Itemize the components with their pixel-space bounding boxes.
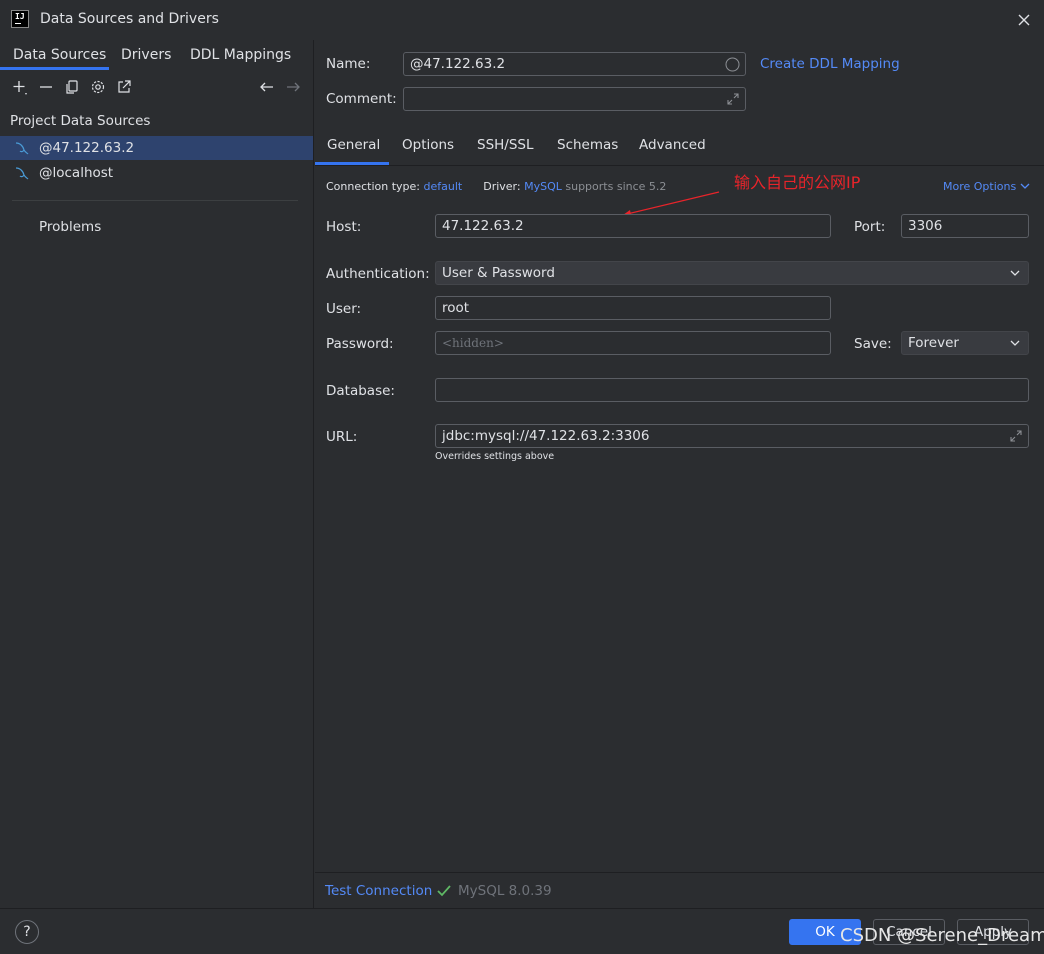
comment-input[interactable] [403,87,746,111]
remove-icon[interactable] [37,78,55,96]
expand-icon[interactable] [1009,429,1023,443]
tab-ddl-mappings[interactable]: DDL Mappings [190,47,291,63]
user-input[interactable]: root [435,296,831,320]
create-ddl-mapping-link[interactable]: Create DDL Mapping [760,56,900,72]
data-source-item[interactable]: @47.122.63.2 [0,136,313,160]
forward-arrow-icon[interactable] [284,78,302,96]
data-source-label: @47.122.63.2 [39,140,135,156]
copy-icon[interactable] [63,78,81,96]
tab-general[interactable]: General [327,137,380,153]
tab-options[interactable]: Options [402,137,454,153]
driver-label: Driver: [483,180,521,193]
port-label: Port: [854,219,886,235]
comment-label: Comment: [326,91,397,107]
save-value: Forever [908,335,959,351]
authentication-select[interactable]: User & Password [435,261,1029,285]
database-label: Database: [326,383,395,399]
name-label: Name: [326,56,371,72]
data-source-label: @localhost [39,165,114,181]
close-button[interactable] [1012,8,1036,32]
user-label: User: [326,301,362,317]
connection-type-label: Connection type: [326,180,421,193]
project-data-sources-heading: Project Data Sources [10,113,151,129]
mysql-dolphin-icon [15,142,29,155]
intellij-app-icon: IJ [11,10,29,28]
test-connection-link[interactable]: Test Connection [325,883,432,899]
name-input[interactable]: @47.122.63.2 [403,52,746,76]
test-connection-row: Test Connection MySQL 8.0.39 [315,872,1044,908]
divider [12,200,298,201]
connection-type-link[interactable]: default [424,180,463,193]
expand-icon[interactable] [726,92,740,106]
checkmark-icon [437,885,451,897]
more-options-label: More Options [943,180,1017,193]
settings-tabs: General Options SSH/SSL Schemas Advanced [315,128,1044,166]
port-input[interactable]: 3306 [901,214,1029,238]
close-icon [1018,14,1030,26]
database-input[interactable] [435,378,1029,402]
url-value: jdbc:mysql://47.122.63.2:3306 [442,428,650,444]
chevron-down-icon [1010,270,1020,276]
url-note: Overrides settings above [435,451,555,462]
host-input[interactable]: 47.122.63.2 [435,214,831,238]
host-label: Host: [326,219,362,235]
help-button[interactable]: ? [15,920,39,944]
test-result-text: MySQL 8.0.39 [458,883,552,899]
authentication-label: Authentication: [326,266,430,282]
password-label: Password: [326,336,394,352]
active-tab-indicator [315,162,389,165]
color-circle-icon[interactable] [725,57,740,72]
left-panel: Data Sources Drivers DDL Mappings Projec… [0,40,314,908]
back-arrow-icon[interactable] [258,78,276,96]
open-external-icon[interactable] [115,78,133,96]
chevron-down-icon [1020,183,1030,189]
tab-schemas[interactable]: Schemas [557,137,618,153]
save-label: Save: [854,336,892,352]
name-value: @47.122.63.2 [410,56,506,72]
authentication-value: User & Password [442,265,555,281]
csdn-watermark: CSDN @Serene_Dream [840,925,1044,946]
more-options-link[interactable]: More Options [943,180,1030,193]
password-input[interactable]: <hidden> [435,331,831,355]
add-icon[interactable] [11,78,29,96]
url-input[interactable]: jdbc:mysql://47.122.63.2:3306 [435,424,1029,448]
tab-data-sources[interactable]: Data Sources [13,47,106,63]
left-tabs: Data Sources Drivers DDL Mappings [0,40,314,70]
settings-gear-icon[interactable] [89,78,107,96]
tab-advanced[interactable]: Advanced [639,137,706,153]
right-panel: Name: @47.122.63.2 Create DDL Mapping Co… [315,40,1044,908]
dialog-footer: ? OK Cancel Apply CSDN @Serene_Dream [0,908,1044,954]
save-select[interactable]: Forever [901,331,1029,355]
problems-item[interactable]: Problems [39,219,101,235]
tab-drivers[interactable]: Drivers [121,47,171,63]
active-tab-indicator [0,67,109,70]
title-bar: IJ Data Sources and Drivers [0,0,1044,40]
driver-link[interactable]: MySQL [524,180,562,193]
annotation-text: 输入自己的公网IP [734,173,861,192]
left-toolbar [0,74,314,100]
tab-ssh-ssl[interactable]: SSH/SSL [477,137,534,153]
mysql-dolphin-icon [15,167,29,180]
window-title: Data Sources and Drivers [40,11,219,27]
chevron-down-icon [1010,340,1020,346]
data-source-item[interactable]: @localhost [0,161,313,185]
url-label: URL: [326,429,358,445]
